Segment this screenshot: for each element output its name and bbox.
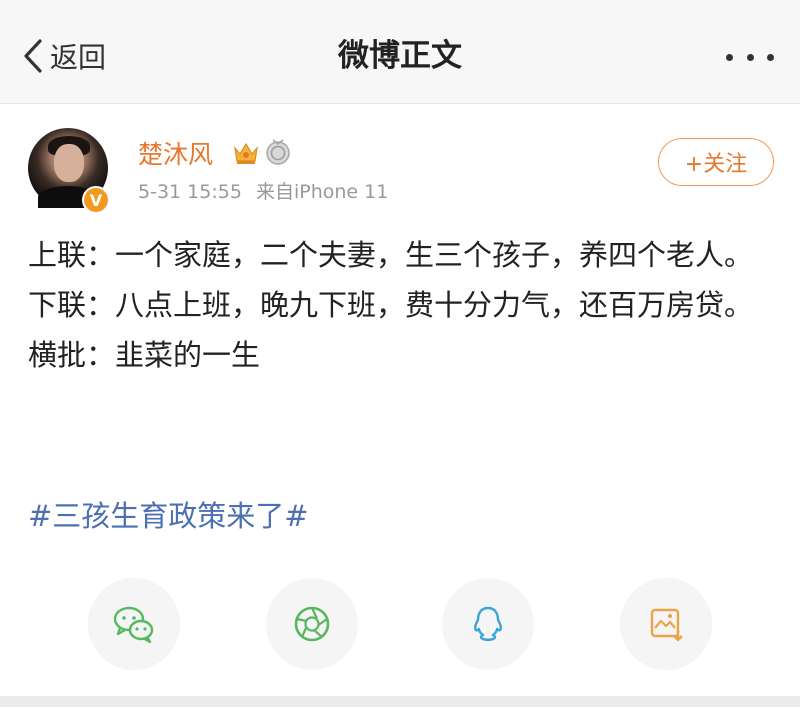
topic-hashtag-link[interactable]: #三孩生育政策来了#	[28, 494, 309, 538]
author-name[interactable]: 楚沐风	[138, 138, 213, 172]
more-dot-icon	[726, 53, 733, 61]
more-dot-icon	[746, 53, 754, 61]
follow-button[interactable]: +关注	[658, 138, 774, 186]
avatar-face	[54, 144, 84, 182]
crown-member-icon	[234, 142, 258, 164]
save-image-button[interactable]	[620, 578, 712, 670]
more-dot-icon	[767, 53, 774, 61]
top-nav-bar: 返回 微博正文	[0, 0, 800, 104]
post-source: 来自iPhone 11	[255, 181, 389, 203]
page-title: 微博正文	[338, 38, 462, 74]
post-meta: 5-31 15:55 来自iPhone 11	[138, 179, 396, 205]
verified-badge-icon: V	[82, 186, 110, 214]
wechat-icon	[113, 606, 154, 644]
post-date: 5-31 15:55	[138, 181, 242, 203]
qq-penguin-icon	[473, 606, 503, 641]
post-line-1: 上联：一个家庭，二个夫妻，生三个孩子，养四个老人。	[28, 238, 754, 272]
share-moments-button[interactable]	[266, 578, 358, 670]
bottom-divider	[0, 696, 800, 707]
share-wechat-button[interactable]	[88, 578, 180, 670]
post-line-2: 下联：八点上班，晚九下班，费十分力气，还百万房贷。	[28, 288, 754, 322]
post-body: 上联：一个家庭，二个夫妻，生三个孩子，养四个老人。 下联：八点上班，晚九下班，费…	[28, 230, 768, 380]
save-image-icon	[650, 608, 683, 642]
share-bar	[0, 570, 800, 680]
post-line-3: 横批：韭菜的一生	[28, 338, 261, 372]
moments-aperture-icon	[294, 606, 330, 642]
share-qq-button[interactable]	[442, 578, 534, 670]
weibo-post: V 楚沐风 5-31 15:55 来自iPhone 11 +关注 上联：一个家庭…	[0, 104, 800, 696]
more-options-button[interactable]	[726, 48, 774, 66]
medal-icon	[266, 139, 290, 165]
